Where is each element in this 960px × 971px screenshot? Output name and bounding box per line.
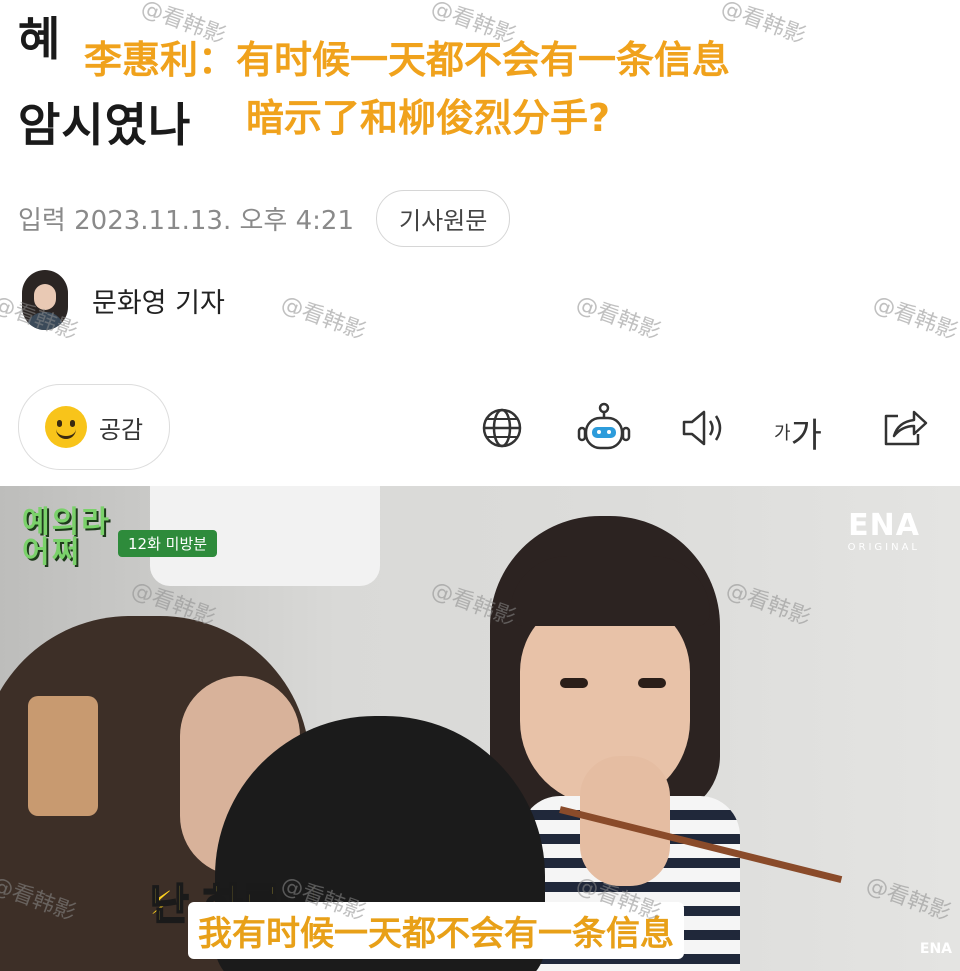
chinese-subtitle: 我有时候一天都不会有一条信息 [188,902,684,959]
episode-badge: 12화 미방분 [118,530,218,557]
headline-line-2: 암시였나 [18,98,192,152]
watermark: @看韩影 [277,291,369,346]
headline-line-1: 혜 [18,12,62,66]
channel-logo: ENA [848,508,920,543]
font-size-button[interactable]: 가가 [774,404,822,460]
font-size-big-label: 가 [790,415,822,456]
publish-date: 입력 2023.11.13. 오후 4:21 [18,206,354,236]
robot-icon [577,402,631,450]
video-player[interactable]: 예의라 어쩌 12화 미방분 ENA ORIGINAL ENA ⚡ 난 하루에 … [0,486,960,971]
share-icon [884,410,928,446]
smiley-icon [44,406,87,448]
show-logo: 예의라 어쩌 [22,505,111,570]
share-button[interactable] [880,400,928,456]
channel-logo-small: ENA [919,941,952,957]
watermark: @看韩影 [869,291,960,346]
reaction-label: 공감 [98,415,144,444]
translated-title-line-1: 李惠利：有时候一天都不会有一条信息 [76,36,739,84]
reporter-avatar[interactable] [22,270,68,330]
reporter-name[interactable]: 문화영 기자 [92,281,225,320]
article-header: 혜 암시였나 李惠利：有时候一天都不会有一条信息 暗示了和柳俊烈分手? 입력 2… [0,0,960,486]
article-meta: 입력 2023.11.13. 오후 4:21 기사원문 [18,190,511,247]
globe-icon [482,408,522,448]
translate-button[interactable] [480,400,524,456]
font-size-small-label: 가 [774,423,791,444]
read-aloud-button[interactable] [678,400,728,456]
reaction-button[interactable]: 공감 [18,384,170,470]
reporter[interactable]: 문화영 기자 [22,270,225,330]
original-article-button[interactable]: 기사원문 [376,190,511,247]
translated-title-line-2: 暗示了和柳俊烈分手? [240,94,617,142]
watermark: @看韩影 [572,291,664,346]
speaker-icon [682,410,722,446]
channel-logo-sub: ORIGINAL [847,542,920,553]
summary-bot-button[interactable] [576,400,632,456]
